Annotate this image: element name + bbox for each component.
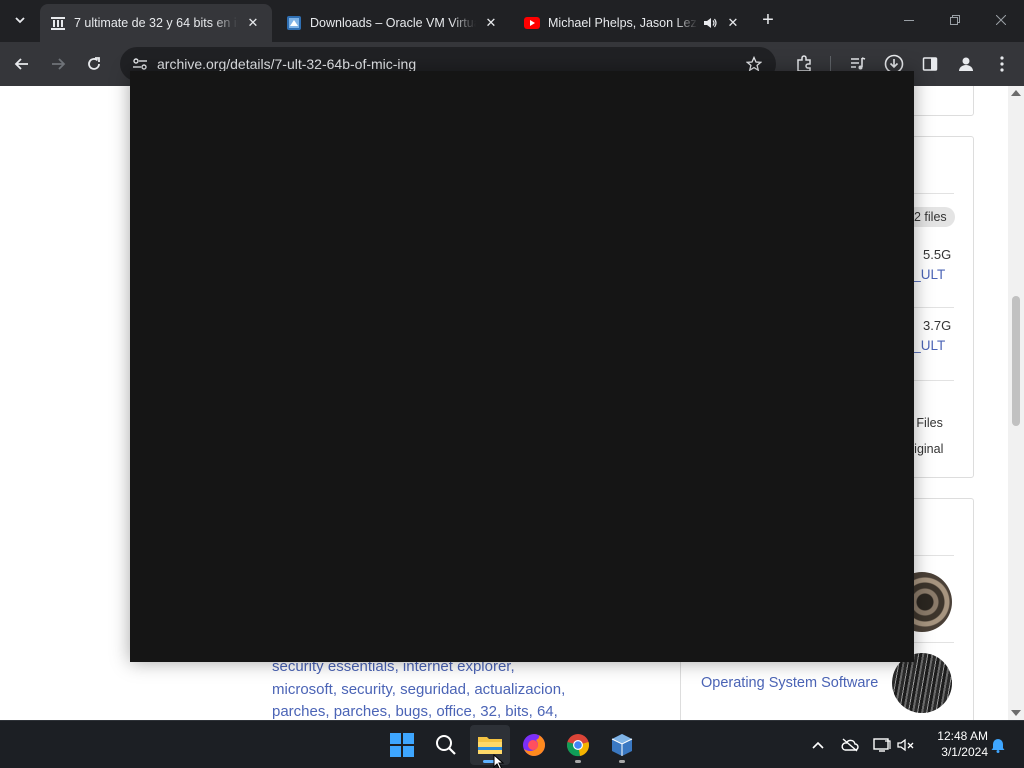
profile-button[interactable] [952, 50, 980, 78]
tab-strip: 7 ultimate de 32 y 64 bits en ingles ✕ D… [0, 0, 1024, 42]
taskbar-firefox[interactable] [514, 725, 554, 765]
virtualbox-icon [611, 734, 633, 756]
volume-muted-icon [897, 738, 914, 752]
volume-tray[interactable] [894, 733, 918, 757]
show-hidden-icons-button[interactable] [806, 733, 830, 757]
clock-time: 12:48 AM [937, 729, 988, 743]
topic-link[interactable]: seguridad [400, 681, 466, 698]
youtube-icon [524, 15, 540, 31]
collection-thumbnail[interactable] [892, 653, 952, 713]
tab-virtualbox[interactable]: Downloads – Oracle VM VirtualBox ✕ [276, 4, 510, 42]
topic-link[interactable]: parches [272, 703, 325, 720]
running-indicator [619, 760, 625, 763]
start-button[interactable] [382, 725, 422, 765]
close-window-button[interactable] [978, 0, 1024, 40]
topic-link[interactable]: 64 [537, 703, 554, 720]
topic-link[interactable]: office [436, 703, 472, 720]
running-indicator [575, 760, 581, 763]
minimize-icon [904, 20, 914, 21]
arrow-left-icon [14, 58, 28, 70]
topic-line: microsoft, security, seguridad, actualiz… [272, 680, 566, 698]
restore-icon [950, 15, 960, 25]
topic-line: parches, parches, bugs, office, 32, bits… [272, 703, 558, 720]
media-viewer-overlay[interactable] [130, 71, 914, 662]
new-tab-button[interactable]: + [756, 8, 780, 32]
firefox-icon [523, 734, 545, 756]
original-link[interactable]: riginal [910, 442, 943, 456]
reload-button[interactable] [80, 50, 108, 78]
side-panel-icon [922, 57, 938, 71]
file-size: 3.7G [923, 318, 952, 333]
menu-button[interactable] [988, 50, 1016, 78]
virtualbox-icon [286, 15, 302, 31]
subject-tags: security essentials, internet explorer, … [272, 656, 672, 720]
collection-link-operating-system-software[interactable]: Operating System Software [701, 675, 878, 691]
scrollbar-thumb[interactable] [1012, 296, 1020, 426]
archive-columns-icon [50, 15, 66, 31]
windows-taskbar: 12:48 AM 3/1/2024 [0, 720, 1024, 768]
topic-link[interactable]: 32 [480, 703, 497, 720]
kebab-menu-icon [1000, 56, 1004, 72]
taskbar-virtualbox[interactable] [602, 725, 642, 765]
minimize-button[interactable] [886, 0, 932, 40]
topic-link[interactable]: microsoft [272, 681, 333, 698]
topic-link[interactable]: actualizacion [474, 681, 561, 698]
avatar-icon [959, 57, 973, 71]
close-icon[interactable]: ✕ [482, 14, 500, 32]
topic-link[interactable]: bits [505, 703, 528, 720]
close-icon[interactable]: ✕ [244, 14, 262, 32]
close-icon [996, 15, 1006, 25]
tab-archive[interactable]: 7 ultimate de 32 y 64 bits en ingles ✕ [40, 4, 272, 42]
chevron-down-icon [15, 17, 25, 24]
chrome-icon [567, 734, 589, 757]
chevron-up-icon [812, 741, 824, 749]
search-icon [436, 735, 456, 755]
tab-youtube[interactable]: Michael Phelps, Jason Lezak ✕ [514, 4, 752, 42]
notifications-button[interactable] [986, 733, 1010, 757]
taskbar-chrome[interactable] [558, 725, 598, 765]
windows-logo-icon [390, 733, 414, 757]
folder-icon [478, 737, 502, 754]
scroll-up-arrow-icon[interactable] [1011, 90, 1021, 96]
url-text: archive.org/details/7-ult-32-64b-of-mic-… [157, 56, 417, 72]
system-clock[interactable]: 12:48 AM 3/1/2024 [924, 728, 988, 760]
tab-title: 7 ultimate de 32 y 64 bits en ingles [74, 16, 238, 30]
topic-link[interactable]: parches [334, 703, 387, 720]
tab-search-button[interactable] [6, 6, 34, 34]
network-tray[interactable] [870, 733, 894, 757]
cloud-offline-icon [841, 738, 859, 752]
forward-button[interactable] [44, 50, 72, 78]
back-button[interactable] [8, 50, 36, 78]
speaker-icon[interactable] [702, 15, 718, 31]
restore-button[interactable] [932, 0, 978, 40]
toolbar-divider [830, 56, 831, 72]
tab-title: Michael Phelps, Jason Lezak [548, 16, 698, 30]
arrow-right-icon [52, 58, 66, 70]
search-button[interactable] [426, 725, 466, 765]
file-size: 5.5G [923, 247, 952, 262]
reload-icon [88, 57, 100, 70]
network-monitor-icon [873, 738, 891, 752]
page-scrollbar[interactable] [1008, 86, 1024, 720]
topic-link[interactable]: security [341, 681, 392, 698]
clock-date: 3/1/2024 [941, 745, 988, 759]
close-icon[interactable]: ✕ [724, 14, 742, 32]
onedrive-tray[interactable] [838, 733, 862, 757]
side-panel-button[interactable] [916, 50, 944, 78]
scroll-down-arrow-icon[interactable] [1011, 710, 1021, 716]
topic-link[interactable]: bugs [395, 703, 428, 720]
tab-title: Downloads – Oracle VM VirtualBox [310, 16, 476, 30]
mouse-cursor-icon [493, 754, 505, 768]
bell-icon [991, 739, 1005, 753]
